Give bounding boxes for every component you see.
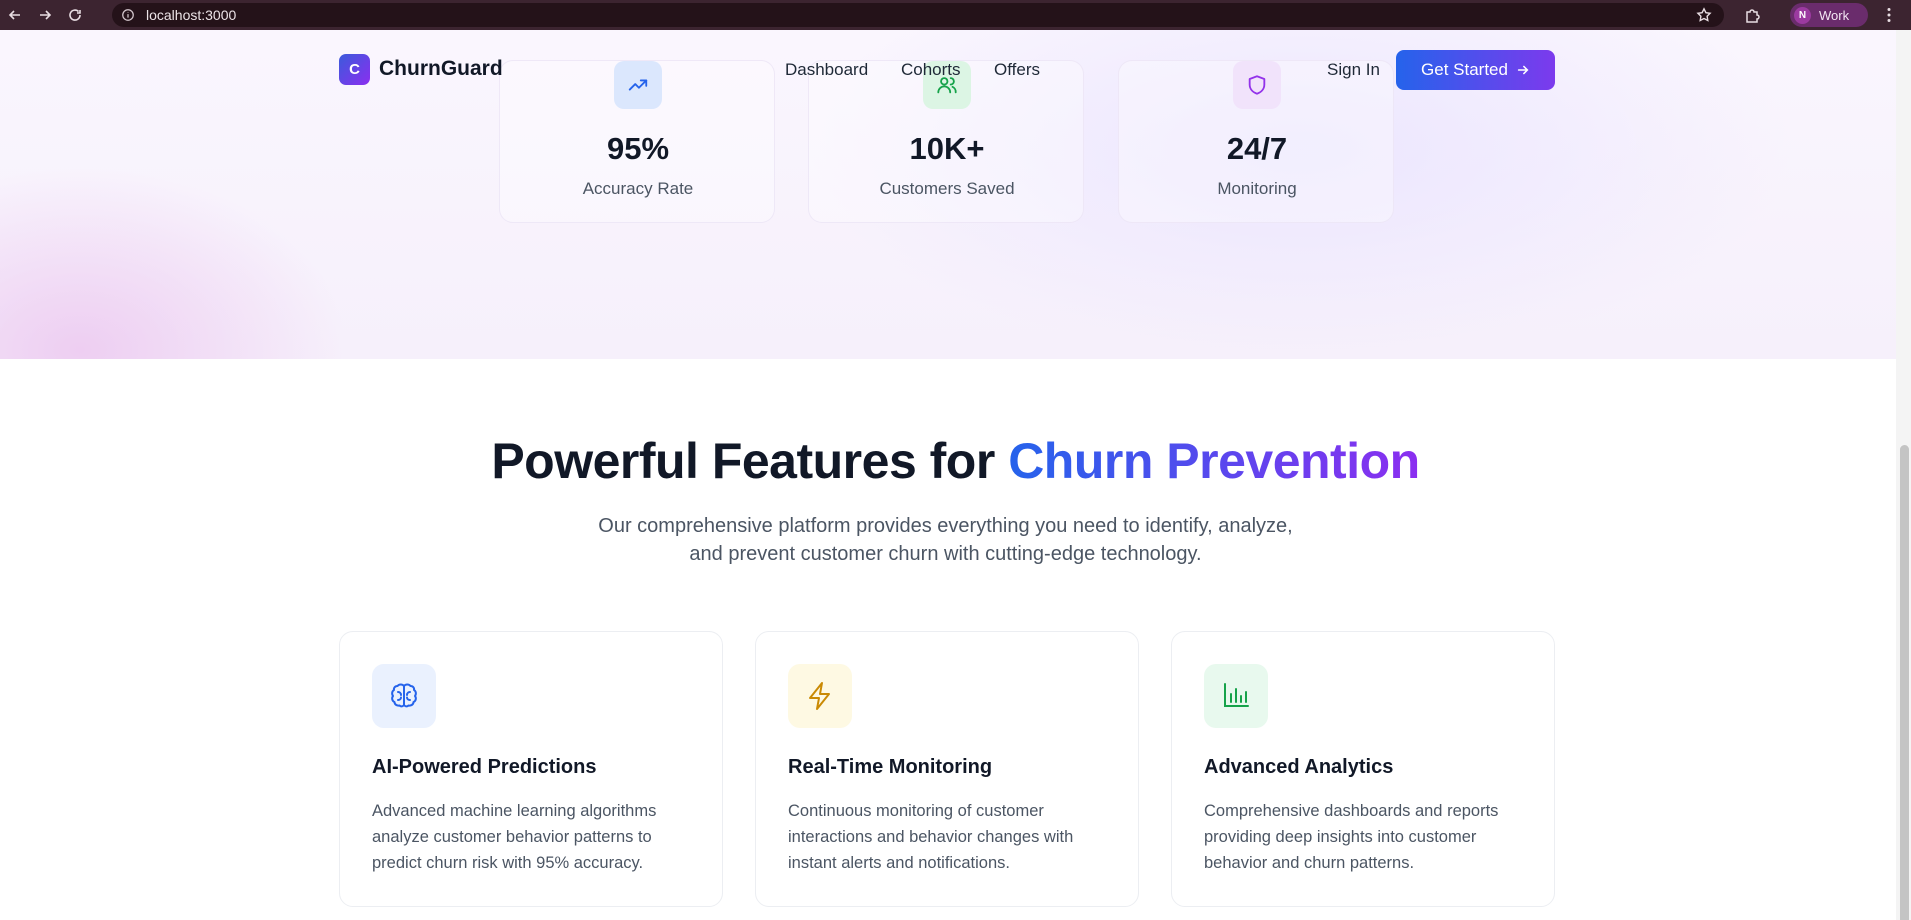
url-text: localhost:3000 (146, 7, 237, 23)
feature-title: Advanced Analytics (1204, 756, 1394, 778)
browser-toolbar: localhost:3000 N Work (0, 0, 1911, 30)
trending-up-icon (614, 61, 662, 109)
reload-icon (69, 9, 81, 21)
stat-card-accuracy: 95% Accuracy Rate (499, 60, 775, 223)
site-info-icon[interactable] (120, 7, 136, 23)
feature-description: Comprehensive dashboards and reports pro… (1204, 802, 1499, 872)
features-subtitle: Our comprehensive platform provides ever… (555, 512, 1336, 568)
profile-button[interactable]: N Work (1790, 3, 1868, 27)
arrow-right-icon (1517, 65, 1529, 75)
stat-card-monitoring: 24/7 Monitoring (1118, 60, 1394, 223)
feature-card-monitoring: Real-Time Monitoring Continuous monitori… (755, 631, 1139, 907)
browser-menu-icon[interactable] (1880, 6, 1898, 24)
nav-link-cohorts[interactable]: Cohorts (901, 60, 961, 80)
nav-link-offers[interactable]: Offers (994, 60, 1040, 80)
nav-link-dashboard[interactable]: Dashboard (785, 60, 868, 80)
sign-in-link[interactable]: Sign In (1327, 60, 1380, 80)
stat-value: 95% (606, 131, 670, 166)
back-button[interactable] (0, 0, 30, 30)
avatar: N (1794, 6, 1811, 24)
get-started-label: Get Started (1421, 60, 1508, 79)
stat-value: 24/7 (1226, 131, 1288, 166)
brand-name[interactable]: ChurnGuard (379, 57, 503, 81)
reload-button[interactable] (60, 0, 90, 30)
features-heading-plain: Powerful Features for (491, 433, 1009, 489)
forward-button[interactable] (30, 0, 60, 30)
features-subtitle-line1: Our comprehensive platform provides ever… (598, 515, 1293, 537)
features-heading-highlight: Churn Prevention (1008, 433, 1420, 489)
logo[interactable]: C (339, 54, 370, 85)
stat-card-customers: 10K+ Customers Saved (808, 60, 1084, 223)
shield-icon (1233, 61, 1281, 109)
scrollbar-thumb[interactable] (1900, 445, 1909, 920)
arrow-left-icon (8, 10, 20, 20)
page-scrollbar[interactable] (1896, 30, 1911, 920)
extensions-icon[interactable] (1744, 6, 1762, 24)
brain-icon (372, 664, 436, 728)
feature-card-ai: AI-Powered Predictions Advanced machine … (339, 631, 723, 907)
feature-title: Real-Time Monitoring (788, 756, 993, 778)
stat-label: Monitoring (1217, 179, 1297, 198)
feature-card-analytics: Advanced Analytics Comprehensive dashboa… (1171, 631, 1555, 907)
bar-chart-icon (1204, 664, 1268, 728)
feature-description: Advanced machine learning algorithms ana… (372, 802, 657, 872)
feature-title: AI-Powered Predictions (372, 756, 597, 778)
profile-label: Work (1819, 7, 1850, 23)
feature-description: Continuous monitoring of customer intera… (788, 802, 1074, 872)
stat-label: Customers Saved (879, 179, 1015, 198)
address-bar[interactable]: localhost:3000 (112, 3, 1724, 27)
stat-label: Accuracy Rate (582, 179, 694, 198)
features-subtitle-line2: and prevent customer churn with cutting-… (689, 543, 1202, 565)
arrow-right-icon (40, 10, 52, 20)
lightning-icon (788, 664, 852, 728)
stat-value: 10K+ (909, 131, 985, 166)
bookmark-star-icon[interactable] (1696, 7, 1712, 23)
features-heading: Powerful Features for Churn Prevention (0, 432, 1911, 490)
get-started-button[interactable]: Get Started (1396, 50, 1555, 90)
